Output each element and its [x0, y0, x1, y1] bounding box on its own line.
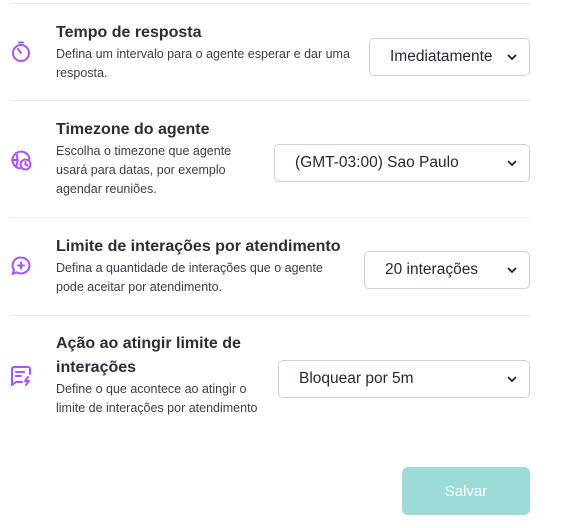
- desc-line: Define o que acontece ao atingir o: [56, 382, 247, 396]
- clock-globe-icon: [9, 148, 33, 172]
- setting-desc-limit-action: Define o que acontece ao atingir o limit…: [56, 380, 258, 418]
- setting-desc-response-time: Defina um intervalo para o agente espera…: [56, 45, 350, 83]
- desc-line: Defina um intervalo para o agente espera…: [56, 47, 350, 61]
- limit-action-select[interactable]: Bloquear por 5m: [278, 360, 530, 398]
- setting-desc-interaction-limit: Defina a quantidade de interações que o …: [56, 259, 323, 297]
- select-value: (GMT-03:00) Sao Paulo: [295, 154, 459, 171]
- divider: [10, 100, 530, 101]
- response-time-select[interactable]: Imediatamente: [369, 38, 530, 76]
- desc-line: Defina a quantidade de interações que o …: [56, 261, 323, 275]
- select-value: 20 interações: [385, 261, 479, 278]
- desc-line: pode aceitar por atendimento.: [56, 280, 223, 294]
- save-button[interactable]: Salvar: [402, 467, 530, 515]
- desc-line: agendar reuniões.: [56, 182, 157, 196]
- divider: [10, 315, 530, 316]
- timer-icon: [9, 40, 33, 64]
- chevron-down-icon: [507, 376, 517, 383]
- chevron-down-icon: [507, 160, 517, 167]
- select-value: Bloquear por 5m: [299, 370, 414, 387]
- settings-panel: Tempo de resposta Defina um intervalo pa…: [0, 0, 565, 528]
- message-bolt-icon: [9, 363, 33, 387]
- desc-line: resposta.: [56, 66, 108, 80]
- desc-line: limite de interações por atendimento: [56, 401, 258, 415]
- divider: [10, 217, 530, 218]
- setting-title-response-time: Tempo de resposta: [56, 24, 202, 41]
- desc-line: Escolha o timezone que agente: [56, 144, 232, 158]
- divider: [10, 3, 530, 4]
- title-line: interações: [56, 359, 137, 376]
- select-value: Imediatamente: [390, 48, 493, 65]
- desc-line: usará para datas, por exemplo: [56, 163, 226, 177]
- setting-title-interaction-limit: Limite de interações por atendimento: [56, 238, 341, 255]
- title-line: Ação ao atingir limite de: [56, 335, 241, 352]
- interaction-limit-select[interactable]: 20 interações: [364, 251, 530, 289]
- timezone-select[interactable]: (GMT-03:00) Sao Paulo: [274, 144, 530, 182]
- setting-title-timezone: Timezone do agente: [56, 121, 210, 138]
- chevron-down-icon: [507, 54, 517, 61]
- chevron-down-icon: [507, 267, 517, 274]
- setting-desc-timezone: Escolha o timezone que agente usará para…: [56, 142, 231, 199]
- setting-title-limit-action: Ação ao atingir limite de interações: [56, 332, 241, 380]
- chat-plus-icon: [9, 254, 33, 278]
